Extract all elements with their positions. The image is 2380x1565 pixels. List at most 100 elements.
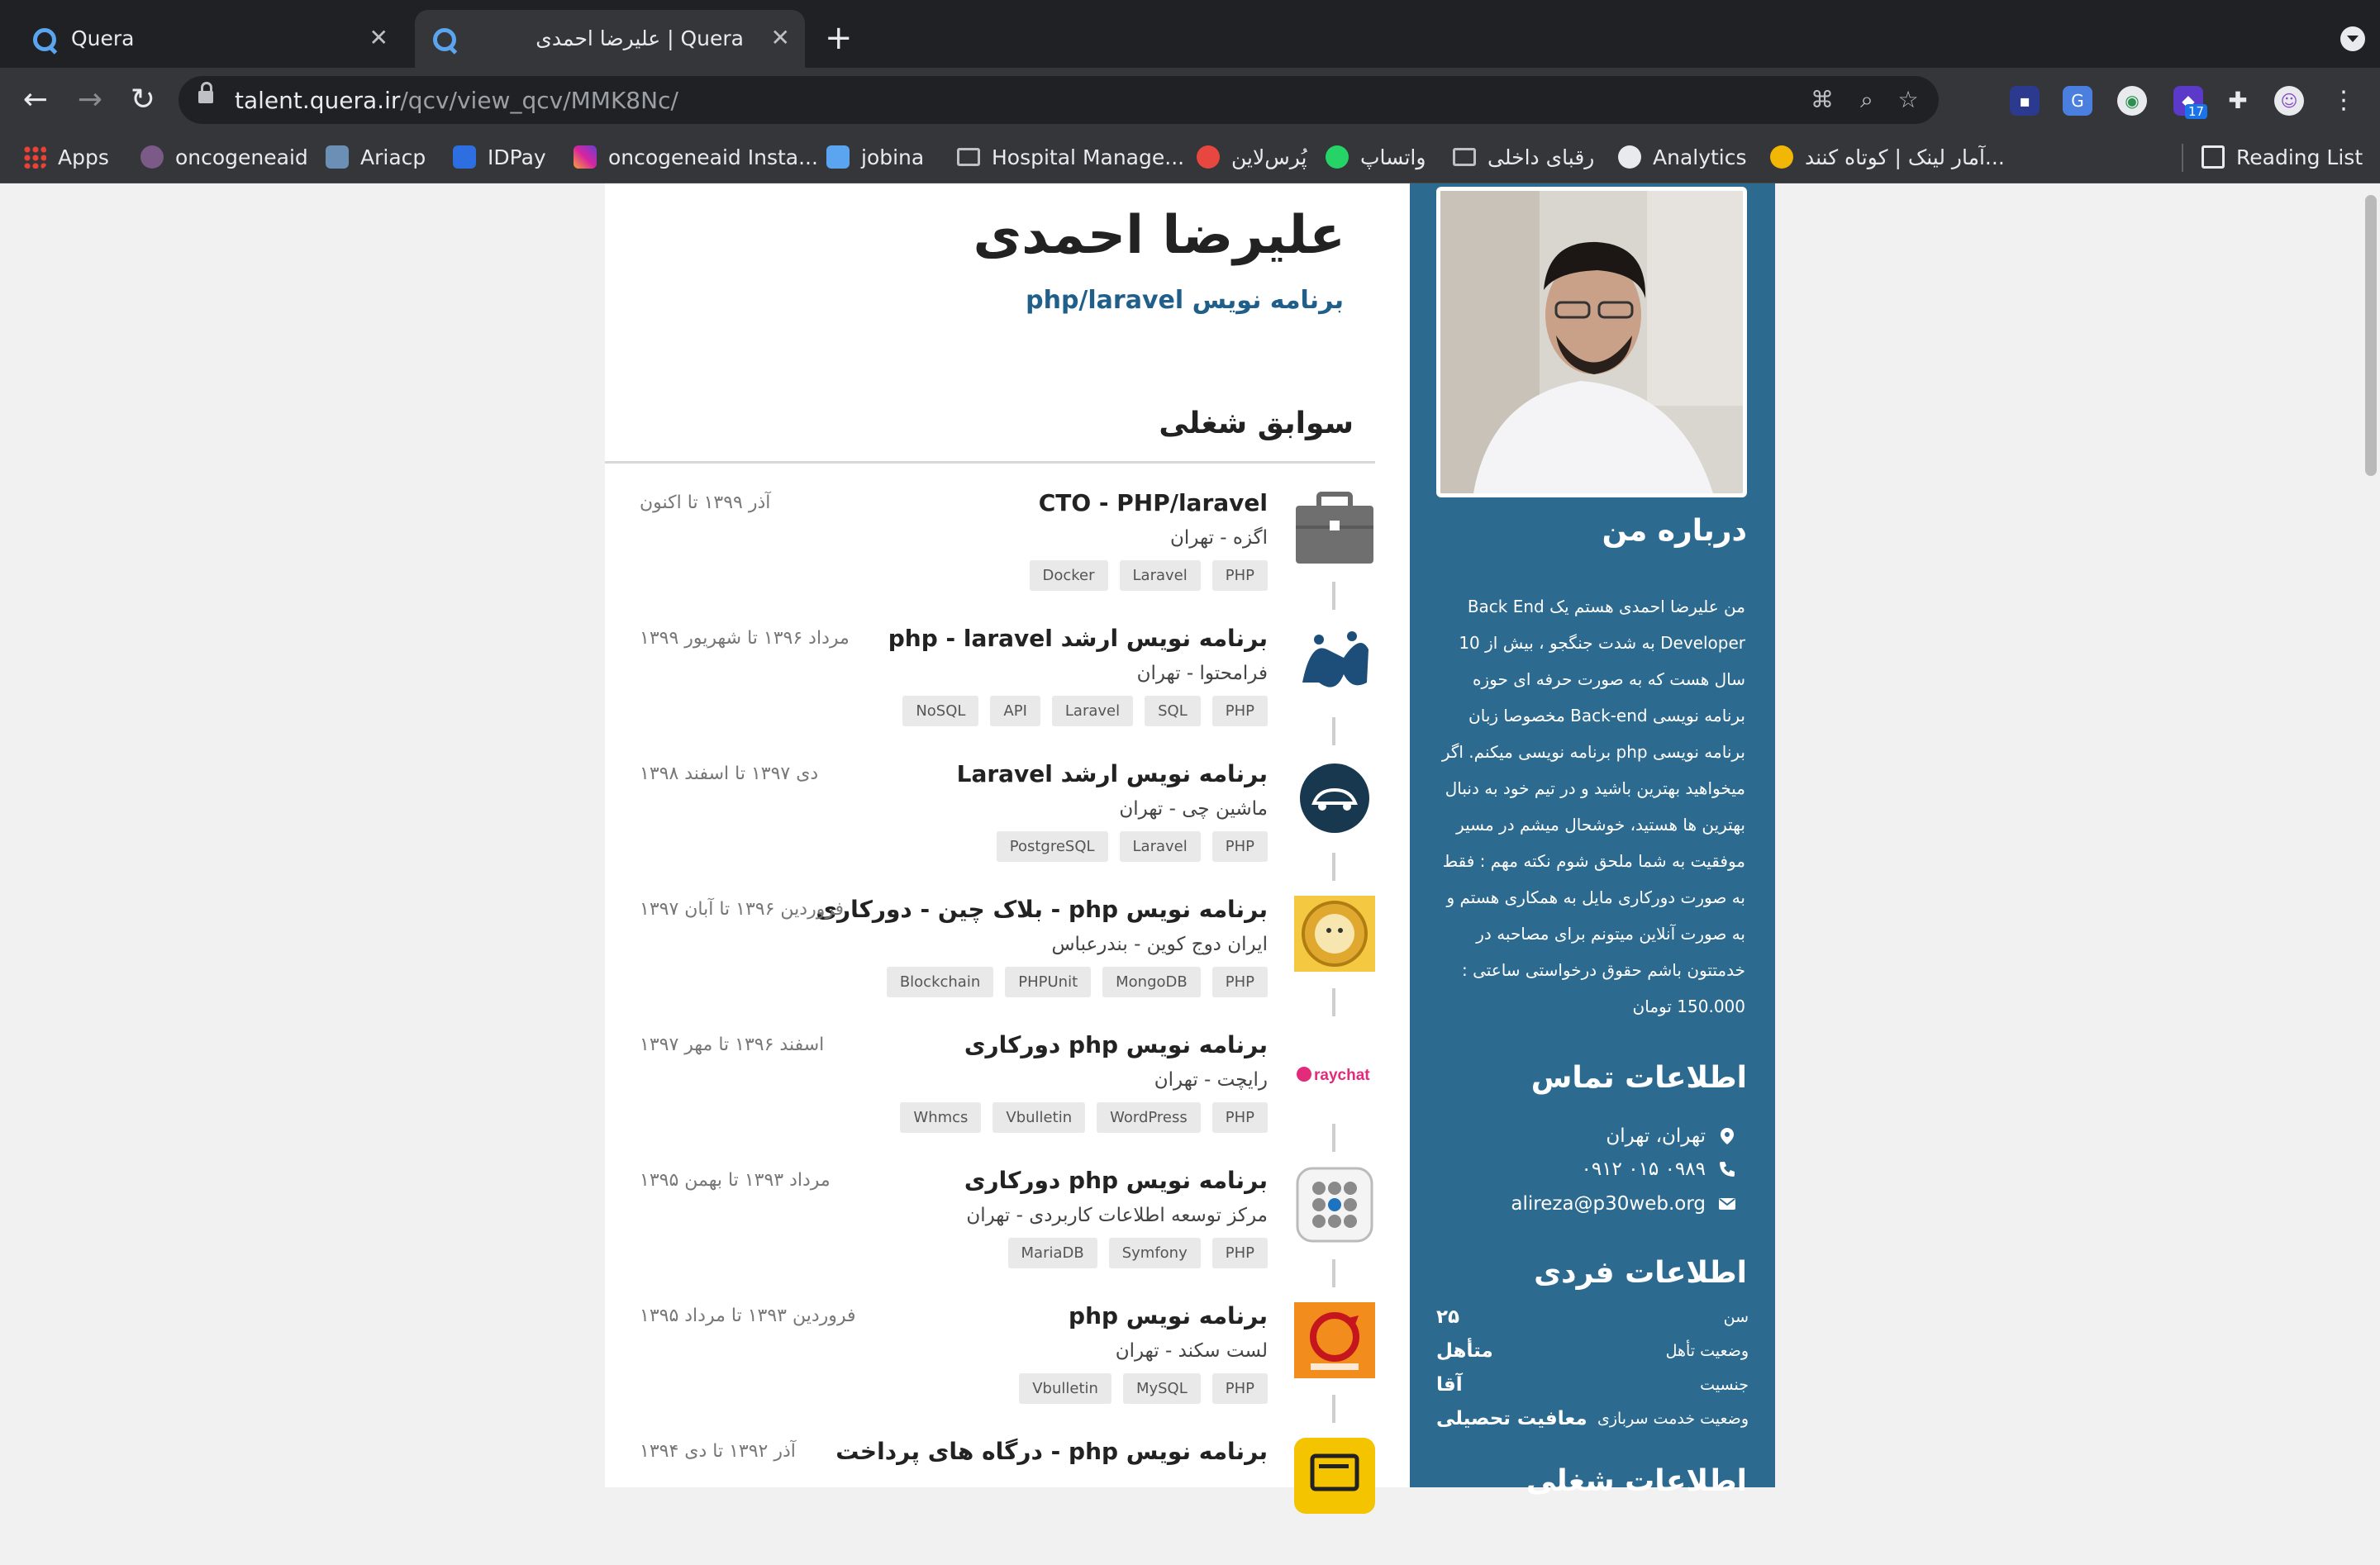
tab-search-icon[interactable]: [2340, 26, 2365, 51]
bookmark-label: Apps: [58, 145, 109, 169]
lock-icon: [198, 82, 213, 103]
job-item: برنامه نویس php لست سکند - تهران فروردین…: [605, 1294, 1375, 1429]
skill-tag: PHP: [1211, 967, 1268, 997]
skill-tag: PHP: [1211, 831, 1268, 862]
email-icon: [1717, 1194, 1737, 1214]
job-title: CTO - PHP/laravel: [1038, 489, 1268, 516]
tab-profile[interactable]: علیرضا احمدی | Quera ✕: [415, 10, 805, 68]
skill-tag: Docker: [1029, 560, 1108, 591]
reading-list[interactable]: Reading List: [2202, 140, 2363, 174]
quera-favicon-icon: [33, 28, 56, 51]
skill-tag: Laravel: [1119, 831, 1201, 862]
quera-favicon-icon: [433, 28, 456, 51]
bookmark-label: oncogeneaid: [175, 145, 308, 169]
job-company: رایچت - تهران: [1154, 1069, 1268, 1091]
personal-heading: اطلاعات فردی: [1534, 1256, 1747, 1290]
job-item: برنامه نویس ارشد Laravel ماشین چی - تهرا…: [605, 752, 1375, 887]
job-date: فروردین ۱۳۹۶ تا آبان ۱۳۹۷: [640, 899, 845, 920]
bookmark-apps[interactable]: Apps: [23, 140, 109, 174]
personal-key: وضعیت خدمت سربازی: [1597, 1410, 1749, 1428]
page-scrollbar[interactable]: [2365, 195, 2377, 476]
skill-tags: PHP WordPress Vbulletin Whmcs: [900, 1102, 1268, 1133]
skill-tag: Blockchain: [886, 967, 994, 997]
skill-tag: PHP: [1211, 560, 1268, 591]
zoom-icon[interactable]: ⌕: [1853, 86, 1881, 114]
job-title: برنامه نویس php دورکاری: [964, 1167, 1268, 1194]
tab-title: علیرضا احمدی | Quera: [536, 26, 744, 50]
bookmark-analytics[interactable]: Analytics: [1618, 140, 1747, 174]
jobina-icon: [826, 145, 850, 169]
timeline-connector: [1332, 717, 1335, 745]
bookmark-label: Ariacp: [360, 145, 426, 169]
bookmark-whatsapp[interactable]: واتساپ: [1326, 140, 1426, 174]
google-translate-extension-icon[interactable]: G: [2063, 86, 2092, 116]
tab-close-icon[interactable]: ✕: [771, 26, 790, 50]
timeline-connector: [1332, 1395, 1335, 1423]
idpay-icon: [453, 145, 476, 169]
skill-tag: WordPress: [1097, 1102, 1201, 1133]
bookmark-star-icon[interactable]: ☆: [1894, 86, 1922, 114]
apps-grid-logo: [1294, 1167, 1375, 1243]
oncogeneaid-icon: [140, 145, 164, 169]
address-bar[interactable]: talent.quera.ir/qcv/view_qcv/MMK8Nc/ ⌘ ⌕…: [178, 76, 1939, 124]
bookmark-label: واتساپ: [1360, 145, 1426, 169]
bookmark-label: jobina: [861, 145, 925, 169]
bookmark-label: Hospital Manage...: [992, 145, 1185, 169]
bookmark-hospital-manage[interactable]: Hospital Manage...: [957, 140, 1184, 174]
job-title: برنامه نویس ارشد php - laravel: [888, 625, 1268, 652]
skill-tags: PHP MongoDB PHPUnit Blockchain: [886, 967, 1268, 997]
skill-tag: Vbulletin: [992, 1102, 1086, 1133]
forward-icon[interactable]: →: [69, 79, 111, 121]
url-text[interactable]: talent.quera.ir/qcv/view_qcv/MMK8Nc/: [235, 87, 678, 114]
globe-icon: [1618, 145, 1641, 169]
job-date: دی ۱۳۹۷ تا اسفند ۱۳۹۸: [640, 763, 819, 784]
porsline-icon: [1197, 145, 1220, 169]
job-date: مرداد ۱۳۹۶ تا شهریور ۱۳۹۹: [640, 628, 850, 649]
bookmark-idpay[interactable]: IDPay: [453, 140, 546, 174]
menu-kebab-icon[interactable]: ⋮: [2329, 86, 2359, 116]
reading-list-icon: [2202, 145, 2225, 169]
personal-row-marital: متأهل وضعیت تأهل: [1436, 1334, 1749, 1368]
extensions-puzzle-icon[interactable]: ✚: [2223, 86, 2253, 116]
bookmark-oncogeneaid[interactable]: oncogeneaid: [140, 140, 308, 174]
payment-logo: [1294, 1438, 1375, 1514]
browser-toolbar: ← → ↻ talent.quera.ir/qcv/view_qcv/MMK8N…: [0, 68, 2380, 132]
tab-close-icon[interactable]: ✕: [369, 26, 388, 50]
extension-icon[interactable]: ◉: [2117, 86, 2147, 116]
timeline-connector: [1332, 853, 1335, 881]
bookmark-jobina[interactable]: jobina: [826, 140, 924, 174]
job-date: فروردین ۱۳۹۳ تا مرداد ۱۳۹۵: [640, 1306, 856, 1326]
briefcase-icon: [1294, 489, 1375, 565]
map-pin-icon: [1717, 1126, 1737, 1146]
bookmark-oncogeneaid-insta[interactable]: oncogeneaid Insta...: [574, 140, 818, 174]
back-icon[interactable]: ←: [15, 79, 56, 121]
job-item: برنامه نویس ارشد php - laravel فرامحتوا …: [605, 616, 1375, 752]
job-title: برنامه نویس php دورکاری: [964, 1031, 1268, 1058]
url-host: talent.quera.ir: [235, 87, 401, 114]
tab-quera[interactable]: Quera ✕: [15, 10, 403, 68]
personal-row-age: ۲۵ سن: [1436, 1301, 1749, 1334]
job-info-heading: اطلاعات شغلی: [1526, 1464, 1747, 1498]
contact-email[interactable]: alireza@p30web.org: [1511, 1193, 1737, 1215]
folder-icon: [957, 148, 980, 166]
contact-phone[interactable]: ۰۹۱۲ ۰۱۵ ۰۹۸۹: [1581, 1158, 1737, 1180]
about-text: من علیرضا احمدی هستم یک Back End Develop…: [1441, 597, 1745, 1016]
skill-tag: MariaDB: [1007, 1238, 1097, 1268]
translate-icon[interactable]: ⌘: [1808, 86, 1836, 114]
skill-tags: PHP Laravel PostgreSQL: [996, 831, 1268, 862]
whatsapp-icon: [1326, 145, 1349, 169]
personal-key: جنسیت: [1700, 1376, 1749, 1394]
timeline-connector: [1332, 1124, 1335, 1152]
personal-value: آقا: [1436, 1374, 1463, 1396]
extension-icon[interactable]: ▪: [2010, 86, 2040, 116]
bookmark-porsline[interactable]: پُرس‌لاین: [1197, 140, 1307, 174]
reload-icon[interactable]: ↻: [122, 79, 164, 121]
bookmark-internal-competitors[interactable]: رقبای داخلی: [1453, 140, 1594, 174]
profile-avatar-icon[interactable]: ☺: [2274, 86, 2304, 116]
extension-badge: 17: [2185, 104, 2208, 119]
new-tab-icon[interactable]: +: [825, 21, 853, 55]
bookmark-ariacp[interactable]: Ariacp: [326, 140, 426, 174]
timeline-connector: [1332, 988, 1335, 1016]
bookmark-label: Reading List: [2236, 145, 2363, 169]
bookmark-link-stats[interactable]: آمار لینک | کوتاه کنند...: [1770, 140, 2005, 174]
